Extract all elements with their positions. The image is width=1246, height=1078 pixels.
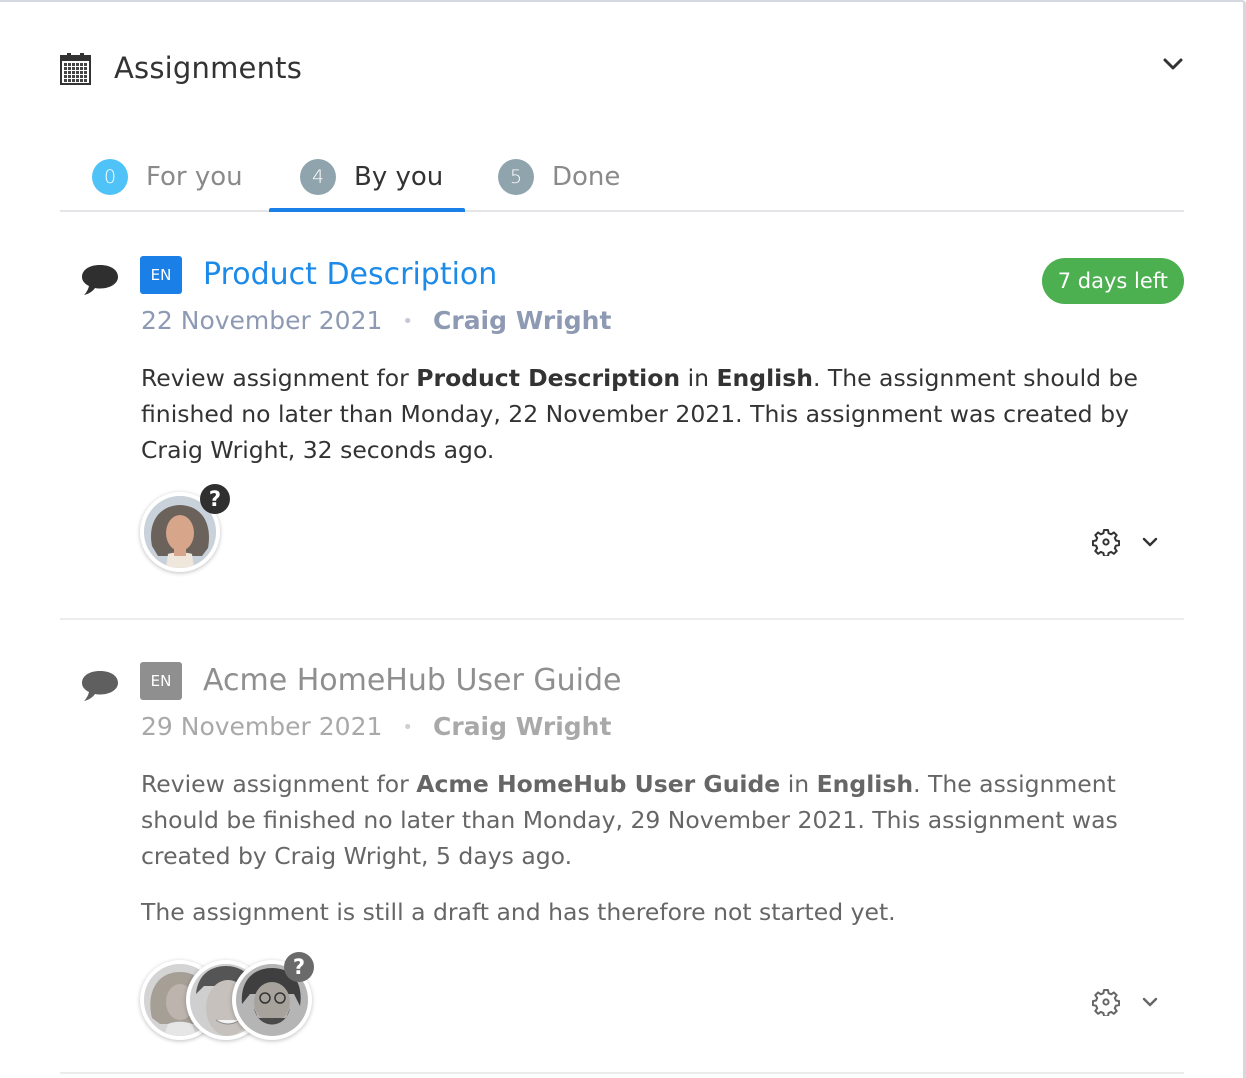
assignment-title-link[interactable]: Product Description	[203, 256, 497, 294]
assignment-author[interactable]: Craig Wright	[433, 306, 611, 335]
tab-label: For you	[146, 162, 243, 192]
desc-text: in	[680, 364, 717, 392]
assignment-meta: 29 November 2021 • Craig Wright	[141, 710, 611, 745]
meta-separator: •	[402, 311, 414, 332]
draft-status-note: The assignment is still a draft and has …	[141, 898, 896, 926]
question-icon: ?	[284, 952, 314, 982]
calendar-icon	[60, 52, 91, 85]
assignment-title-link[interactable]: Acme HomeHub User Guide	[203, 662, 621, 700]
desc-text: Review assignment for	[141, 770, 417, 798]
desc-document: Product Description	[416, 364, 681, 392]
assignee-list: ?	[140, 952, 320, 1042]
deadline-badge: 7 days left	[1041, 258, 1184, 304]
panel-header: Assignments	[60, 46, 1183, 90]
assignment-description: Review assignment for Acme HomeHub User …	[141, 766, 1171, 874]
assignment-actions	[1090, 986, 1164, 1018]
assignments-panel: Assignments 0 For you 4 By you 5 Done EN…	[0, 0, 1246, 1078]
assignment-item: EN Product Description 22 November 2021 •…	[60, 238, 1184, 620]
tab-label: By you	[354, 162, 444, 192]
expand-button[interactable]	[1136, 528, 1164, 556]
assignment-date: 22 November 2021	[141, 306, 383, 335]
tab-done[interactable]: 5 Done	[498, 142, 620, 212]
expand-button[interactable]	[1136, 988, 1164, 1016]
chevron-down-icon	[1142, 997, 1158, 1007]
tab-count-badge: 4	[300, 159, 336, 195]
collapse-button[interactable]	[1159, 50, 1187, 78]
gear-icon	[1092, 529, 1120, 556]
desc-language: English	[716, 364, 813, 392]
assignment-description: Review assignment for Product Descriptio…	[141, 360, 1171, 468]
tab-for-you[interactable]: 0 For you	[92, 142, 243, 212]
desc-document: Acme HomeHub User Guide	[416, 770, 781, 798]
assignment-date: 29 November 2021	[141, 712, 383, 741]
comment-bubble-icon[interactable]	[80, 262, 120, 298]
assignment-meta: 22 November 2021 • Craig Wright	[141, 304, 611, 339]
comment-bubble-icon[interactable]	[80, 668, 120, 704]
language-badge: EN	[140, 256, 182, 294]
tab-count-badge: 0	[92, 159, 128, 195]
assignment-actions	[1090, 526, 1164, 558]
settings-button[interactable]	[1090, 526, 1122, 558]
desc-text: in	[780, 770, 817, 798]
assignment-tabs: 0 For you 4 By you 5 Done	[60, 142, 1184, 212]
panel-title: Assignments	[114, 51, 303, 85]
chevron-down-icon	[1142, 537, 1158, 547]
desc-text: Review assignment for	[141, 364, 417, 392]
tab-count-badge: 5	[498, 159, 534, 195]
tab-label: Done	[552, 162, 621, 192]
assignee-list: ?	[140, 484, 250, 574]
settings-button[interactable]	[1090, 986, 1122, 1018]
language-badge: EN	[140, 662, 182, 700]
desc-language: English	[816, 770, 914, 798]
assignment-author[interactable]: Craig Wright	[433, 712, 611, 741]
assignment-item: EN Acme HomeHub User Guide 29 November 2…	[60, 644, 1184, 1074]
active-tab-indicator	[269, 208, 465, 212]
question-icon: ?	[200, 484, 230, 514]
gear-icon	[1092, 989, 1120, 1016]
chevron-down-icon	[1163, 58, 1183, 70]
meta-separator: •	[402, 717, 414, 738]
tab-by-you[interactable]: 4 By you	[300, 142, 443, 212]
